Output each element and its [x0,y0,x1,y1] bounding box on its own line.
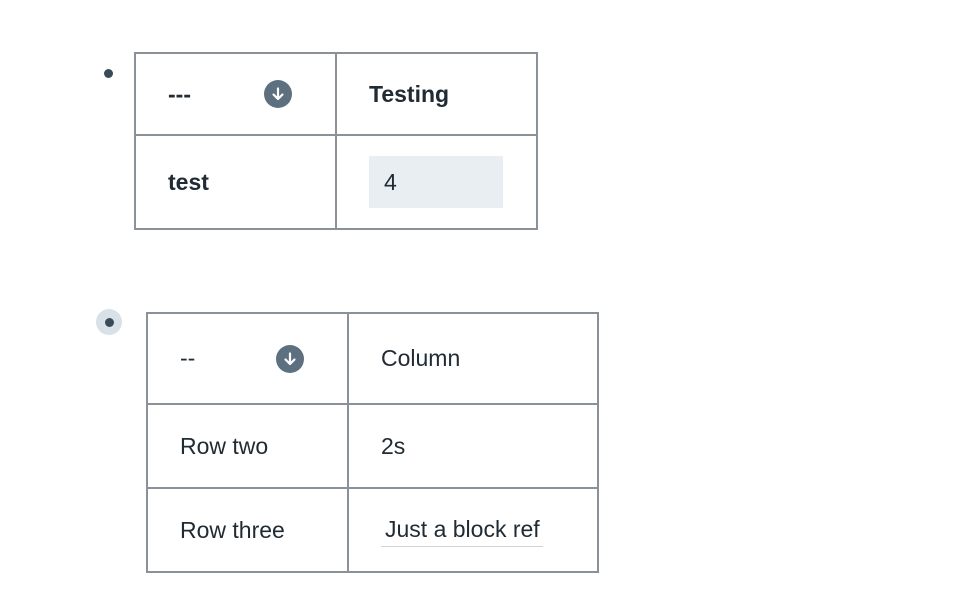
header-column-cell[interactable]: Column [347,312,599,405]
header-column-label: Testing [369,80,450,107]
table-header-row: --- Testing [134,52,538,136]
row-label-cell[interactable]: Row three [146,487,349,573]
block-bullet-2[interactable] [104,317,114,327]
header-key-label: --- [168,80,191,107]
table-row: test 4 [134,134,538,230]
block-ref-link[interactable]: Just a block ref [381,514,543,547]
header-key-label: -- [180,345,196,371]
header-key-cell: --- [134,52,337,136]
roam-table-2: -- Column Row two 2s Row three Just a bl… [146,312,599,573]
header-column-cell[interactable]: Testing [335,52,538,136]
row-label-cell[interactable]: Row two [146,403,349,489]
table-header-row: -- Column [146,312,599,405]
header-column-label: Column [381,345,461,371]
block-bullet-2-halo[interactable] [96,309,122,335]
page: --- Testing test 4 -- Column Row two 2s … [0,0,972,604]
arrow-down-circle-icon[interactable] [264,80,292,108]
row-value-cell[interactable]: Just a block ref [347,487,599,573]
row-value-cell[interactable]: 4 [335,134,538,230]
arrow-down-circle-icon[interactable] [276,344,304,373]
row-label: Row two [180,432,269,459]
row-value-cell[interactable]: 2s [347,403,599,489]
row-value: 2s [381,432,406,459]
roam-table-1: --- Testing test 4 [134,52,538,230]
header-key-cell: -- [146,312,349,405]
row-label: test [168,168,209,195]
row-label-cell[interactable]: test [134,134,337,230]
table-row: Row two 2s [146,403,599,489]
block-bullet-1[interactable] [104,69,113,78]
value-input[interactable]: 4 [369,156,503,208]
row-label: Row three [180,516,285,543]
table-row: Row three Just a block ref [146,487,599,573]
